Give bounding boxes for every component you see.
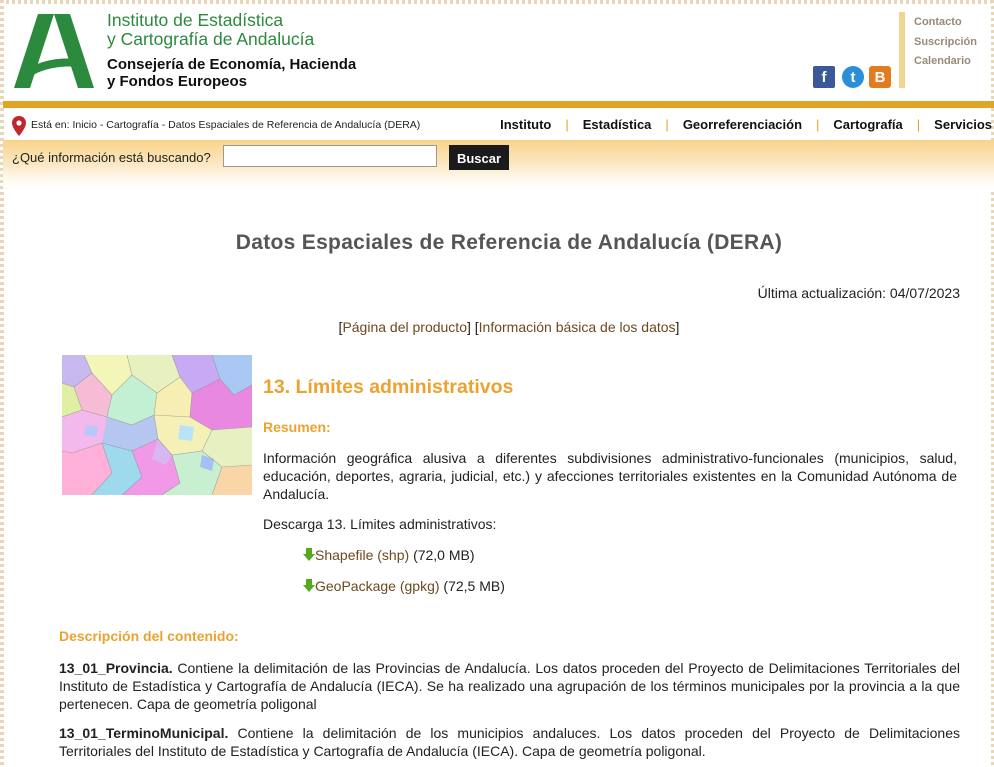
geopackage-download-link[interactable]: GeoPackage (gpkg) bbox=[315, 578, 440, 594]
nav-item-georreferenciacion[interactable]: Georreferenciación bbox=[683, 117, 802, 132]
download-arrow-icon bbox=[303, 548, 315, 561]
description-item-provincia: 13_01_Provincia. Contiene la delimitació… bbox=[59, 659, 960, 713]
product-links: [Página del producto] [Información básic… bbox=[338, 319, 680, 335]
download-label: Descarga 13. Límites administrativos: bbox=[263, 516, 497, 532]
calendar-link[interactable]: Calendario bbox=[914, 52, 977, 72]
basic-info-link[interactable]: Información básica de los datos bbox=[479, 319, 676, 335]
description-heading: Descripción del contenido: bbox=[59, 628, 239, 644]
search-label: ¿Qué información está buscando? bbox=[12, 150, 211, 165]
institute-name-line2: y Cartografía de Andalucía bbox=[107, 29, 315, 49]
nav-separator: | bbox=[916, 117, 921, 132]
institute-name-line1: Instituto de Estadística bbox=[107, 10, 284, 30]
shapefile-download-link[interactable]: Shapefile (shp) bbox=[315, 547, 409, 563]
item-text: Contiene la delimitación de las Provinci… bbox=[59, 660, 960, 712]
summary-heading: Resumen: bbox=[263, 419, 331, 435]
search-input[interactable] bbox=[223, 145, 437, 167]
top-links: Contacto Suscripción Calendario bbox=[914, 13, 977, 72]
administrative-limits-map-image bbox=[62, 355, 252, 495]
nav-item-servicios[interactable]: Servicios bbox=[934, 117, 992, 132]
page-border-top bbox=[0, 0, 994, 4]
page-border-left bbox=[0, 0, 4, 767]
twitter-icon[interactable]: t bbox=[842, 66, 864, 88]
page-title: Datos Espaciales de Referencia de Andalu… bbox=[235, 231, 783, 254]
header-accent-bar bbox=[3, 101, 994, 108]
top-links-divider bbox=[899, 12, 905, 88]
download-item-shapefile: Shapefile (shp) (72,0 MB) bbox=[303, 547, 475, 563]
product-page-link[interactable]: Página del producto bbox=[342, 319, 467, 335]
consejeria-name-line1: Consejería de Economía, Hacienda bbox=[107, 56, 357, 73]
item-name: 13_01_Provincia. bbox=[59, 660, 173, 676]
nav-item-estadistica[interactable]: Estadística bbox=[583, 117, 652, 132]
summary-text: Información geográfica alusiva a diferen… bbox=[263, 450, 957, 502]
search-button[interactable]: Buscar bbox=[449, 145, 509, 170]
shapefile-size: (72,0 MB) bbox=[413, 547, 475, 563]
nav-separator: | bbox=[565, 117, 569, 132]
main-nav: Instituto | Estadística | Georreferencia… bbox=[500, 117, 992, 132]
breadcrumb: Está en: Inicio - Cartografía - Datos Es… bbox=[31, 119, 421, 131]
section-title: 13. Límites administrativos bbox=[263, 376, 514, 398]
junta-andalucia-logo[interactable] bbox=[14, 14, 94, 88]
nav-separator: | bbox=[665, 117, 669, 132]
last-updated: Última actualización: 04/07/2023 bbox=[757, 285, 960, 301]
contact-link[interactable]: Contacto bbox=[914, 13, 977, 33]
download-item-geopackage: GeoPackage (gpkg) (72,5 MB) bbox=[303, 578, 505, 594]
subscription-link[interactable]: Suscripción bbox=[914, 33, 977, 53]
item-name: 13_01_TerminoMunicipal. bbox=[59, 725, 229, 741]
geopackage-size: (72,5 MB) bbox=[443, 578, 505, 594]
nav-item-cartografia[interactable]: Cartografía bbox=[833, 117, 902, 132]
nav-separator: | bbox=[816, 117, 820, 132]
nav-item-instituto[interactable]: Instituto bbox=[500, 117, 551, 132]
consejeria-name-line2: y Fondos Europeos bbox=[107, 73, 248, 90]
description-item-termino-municipal: 13_01_TerminoMunicipal. Contiene la deli… bbox=[59, 724, 960, 760]
blog-icon[interactable]: B bbox=[869, 66, 891, 88]
location-pin-icon bbox=[12, 116, 26, 136]
download-arrow-icon bbox=[303, 579, 315, 592]
facebook-icon[interactable]: f bbox=[813, 66, 835, 88]
